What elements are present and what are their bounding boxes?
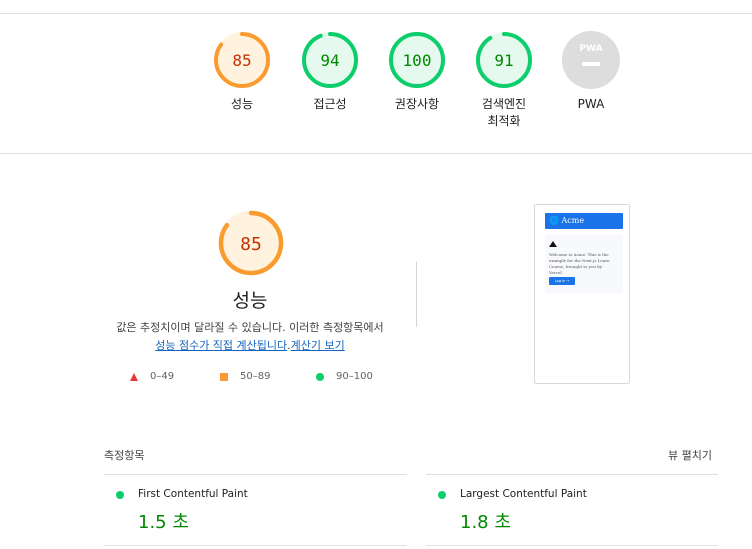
circle-icon bbox=[316, 372, 324, 381]
metric-name: Largest Contentful Paint bbox=[460, 488, 587, 500]
legend-range: 90–100 bbox=[336, 371, 373, 382]
description-links: 성능 점수가 직접 계산됩니다.계산기 보기 bbox=[0, 337, 500, 355]
performance-description: 값은 추정치이며 달라질 수 있습니다. 이러한 측정항목에서 성능 점수가 직… bbox=[0, 319, 500, 355]
expand-view-toggle[interactable]: 뷰 펼치기 bbox=[668, 447, 712, 463]
gauge-score: 85 bbox=[232, 51, 251, 70]
legend-fail: 0–49 bbox=[130, 371, 174, 382]
thumbnail-button: Log in → bbox=[549, 277, 575, 285]
section-divider bbox=[0, 153, 752, 154]
thumbnail-text: Welcome to Acme. This is the example for… bbox=[549, 252, 610, 275]
gauge-label: 권장사항 bbox=[394, 97, 440, 111]
metric-value: 1.8 초 bbox=[460, 512, 511, 533]
square-icon bbox=[220, 372, 228, 381]
gauge-ring: 91 bbox=[476, 32, 532, 88]
vertical-separator bbox=[416, 262, 417, 327]
pass-circle-icon bbox=[116, 491, 124, 499]
pwa-badge-icon: PWA bbox=[562, 31, 620, 89]
gauge-score: 94 bbox=[320, 51, 339, 70]
thumbnail-body: Welcome to Acme. This is the example for… bbox=[545, 235, 623, 293]
thumbnail-logo-icon bbox=[549, 241, 557, 247]
gauge-label: 검색엔진 최적화 bbox=[459, 96, 549, 130]
pwa-badge-text: PWA bbox=[579, 44, 602, 54]
legend-range: 50–89 bbox=[240, 371, 271, 382]
triangle-icon bbox=[130, 372, 138, 381]
description-line: 값은 추정치이며 달라질 수 있습니다. 이러한 측정항목에서 bbox=[116, 321, 384, 334]
performance-title: 성능 bbox=[232, 290, 268, 312]
gauge-accessibility[interactable]: 94 접근성 bbox=[285, 31, 375, 113]
gauge-label: 성능 bbox=[230, 97, 254, 111]
gauge-pwa[interactable]: PWA PWA bbox=[546, 31, 636, 113]
metric-name: First Contentful Paint bbox=[138, 488, 248, 500]
performance-score: 85 bbox=[240, 234, 262, 255]
score-calculation-link[interactable]: 성능 점수가 직접 계산됩니다 bbox=[155, 339, 287, 352]
metrics-rule bbox=[104, 545, 407, 546]
metrics-header: 측정항목 bbox=[104, 449, 145, 462]
gauge-best-practices[interactable]: 100 권장사항 bbox=[372, 31, 462, 113]
metrics-rule bbox=[104, 474, 407, 475]
gauge-label: PWA bbox=[577, 97, 605, 111]
legend-pass: 90–100 bbox=[316, 371, 373, 382]
final-screenshot-thumbnail[interactable]: 🌐 Acme Welcome to Acme. This is the exam… bbox=[534, 204, 630, 384]
view-calculator-link[interactable]: 계산기 보기 bbox=[291, 339, 345, 352]
gauge-performance[interactable]: 85 성능 bbox=[197, 31, 287, 113]
metrics-rule bbox=[426, 474, 718, 475]
metrics-rule bbox=[426, 545, 718, 546]
gauge-seo[interactable]: 91 검색엔진 최적화 bbox=[459, 31, 549, 130]
gauge-ring: 100 bbox=[389, 32, 445, 88]
score-legend: 0–49 50–89 90–100 bbox=[0, 371, 500, 385]
gauge-ring: 94 bbox=[302, 32, 358, 88]
category-gauges: 85 성능 94 접근성 100 권장사항 91 검색엔진 최적화 PWA PW… bbox=[0, 31, 752, 141]
gauge-score: 100 bbox=[403, 51, 432, 70]
gauge-ring: 85 bbox=[214, 32, 270, 88]
top-divider bbox=[0, 13, 752, 14]
thumbnail-header: 🌐 Acme bbox=[545, 213, 623, 229]
legend-range: 0–49 bbox=[150, 371, 175, 382]
gauge-label-line1: 검색엔진 bbox=[481, 97, 527, 111]
legend-average: 50–89 bbox=[220, 371, 270, 382]
pass-circle-icon bbox=[438, 491, 446, 499]
gauge-score: 91 bbox=[494, 51, 513, 70]
thumbnail-brand: Acme bbox=[561, 216, 585, 225]
gauge-label-line2: 최적화 bbox=[487, 114, 521, 128]
gauge-label: 접근성 bbox=[313, 97, 347, 111]
metric-value: 1.5 초 bbox=[138, 512, 189, 533]
performance-gauge: 85 bbox=[218, 210, 284, 276]
